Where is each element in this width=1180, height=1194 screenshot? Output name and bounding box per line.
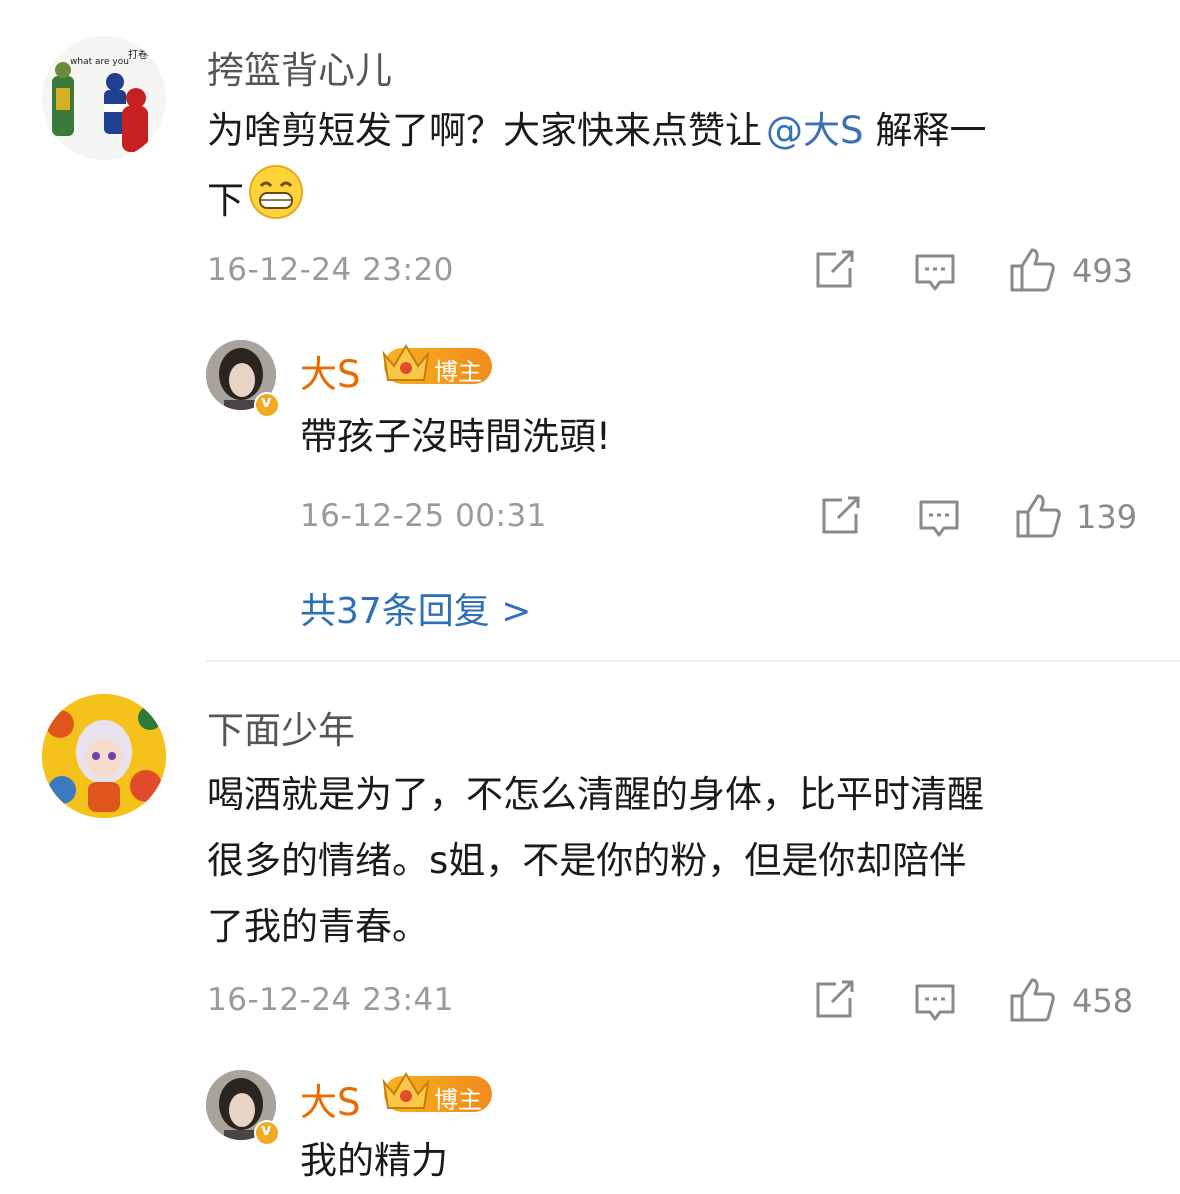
- share-icon[interactable]: [818, 496, 862, 540]
- reply-text: 我的精力: [300, 1139, 448, 1182]
- comment-timestamp: 16-12-24 23:20: [207, 252, 454, 288]
- comment-timestamp: 16-12-24 23:41: [207, 982, 454, 1018]
- more-replies-link[interactable]: 共37条回复 >: [300, 582, 531, 634]
- like-count: 139: [1076, 498, 1138, 536]
- like-count: 493: [1072, 252, 1134, 290]
- comment-text-line: 很多的情绪。s姐，不是你的粉，但是你却陪伴: [207, 839, 967, 882]
- mention-link[interactable]: @大S: [766, 109, 864, 152]
- reply-timestamp: 16-12-25 00:31: [300, 498, 547, 534]
- like-icon[interactable]: [1008, 246, 1056, 298]
- avatar-image: what are you 打卷: [42, 36, 166, 160]
- comment-text-part: 下: [207, 179, 244, 222]
- blogger-badge: 博主: [382, 1072, 492, 1114]
- comment-text: 喝酒就是为了，不怎么清醒的身体，比平时清醒 很多的情绪。s姐，不是你的粉，但是你…: [207, 762, 1167, 960]
- reply-text: 帶孩子沒時間洗頭!: [300, 415, 611, 458]
- comment-username[interactable]: 挎篮背心儿: [207, 40, 392, 94]
- blogger-badge: 博主: [382, 344, 492, 386]
- share-icon[interactable]: [812, 980, 856, 1024]
- comment-icon[interactable]: [914, 982, 956, 1028]
- verified-badge-icon: [254, 392, 280, 418]
- like-icon[interactable]: [1014, 492, 1062, 544]
- avatar-image: [42, 694, 166, 818]
- svg-text:what are you: what are you: [70, 57, 129, 67]
- divider: [206, 660, 1180, 662]
- share-icon[interactable]: [812, 250, 856, 294]
- comment-text-part: 解释一: [875, 109, 987, 152]
- crown-icon: [382, 344, 430, 381]
- verified-badge-icon: [254, 1120, 280, 1146]
- avatar[interactable]: what are you 打卷: [42, 36, 166, 160]
- like-icon[interactable]: [1008, 976, 1056, 1028]
- comment-text-line: 喝酒就是为了，不怎么清醒的身体，比平时清醒: [207, 773, 984, 816]
- comment-text-line: 了我的青春。: [207, 905, 429, 948]
- comment-text: 为啥剪短发了啊？大家快来点赞让 @大S 解释一 下: [207, 98, 1157, 241]
- comment-username[interactable]: 下面少年: [207, 700, 355, 754]
- badge-label: 博主: [434, 1086, 482, 1114]
- svg-text:打卷: 打卷: [128, 48, 148, 61]
- reply-username[interactable]: 大S: [300, 344, 361, 398]
- badge-label: 博主: [434, 358, 482, 386]
- reply-username[interactable]: 大S: [300, 1072, 361, 1126]
- comment-icon[interactable]: [918, 498, 960, 544]
- comment-text-part: 为啥剪短发了啊？大家快来点赞让: [207, 109, 762, 152]
- like-count: 458: [1072, 982, 1134, 1020]
- comment-icon[interactable]: [914, 252, 956, 298]
- avatar[interactable]: [42, 694, 166, 818]
- grin-emoji-icon: [248, 164, 304, 241]
- crown-icon: [382, 1072, 430, 1109]
